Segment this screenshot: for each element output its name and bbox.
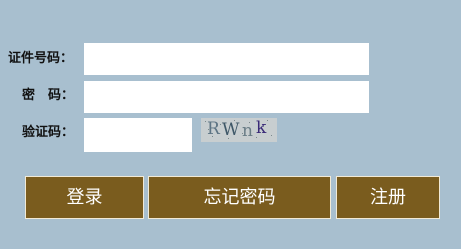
id-number-input[interactable] xyxy=(84,43,369,75)
captcha-input[interactable] xyxy=(84,118,192,152)
password-label: 密 码： xyxy=(22,88,75,103)
captcha-char: R xyxy=(207,119,220,139)
captcha-char: k xyxy=(256,118,267,138)
id-number-label: 证件号码： xyxy=(8,51,74,66)
register-button[interactable]: 注册 xyxy=(336,176,440,219)
captcha-char: W xyxy=(222,120,240,140)
captcha-image[interactable]: R W n k xyxy=(201,118,277,142)
login-button[interactable]: 登录 xyxy=(25,176,144,219)
captcha-char: n xyxy=(242,121,253,141)
captcha-label: 验证码： xyxy=(22,125,75,140)
forgot-password-button[interactable]: 忘记密码 xyxy=(148,176,331,219)
password-input[interactable] xyxy=(84,81,369,113)
